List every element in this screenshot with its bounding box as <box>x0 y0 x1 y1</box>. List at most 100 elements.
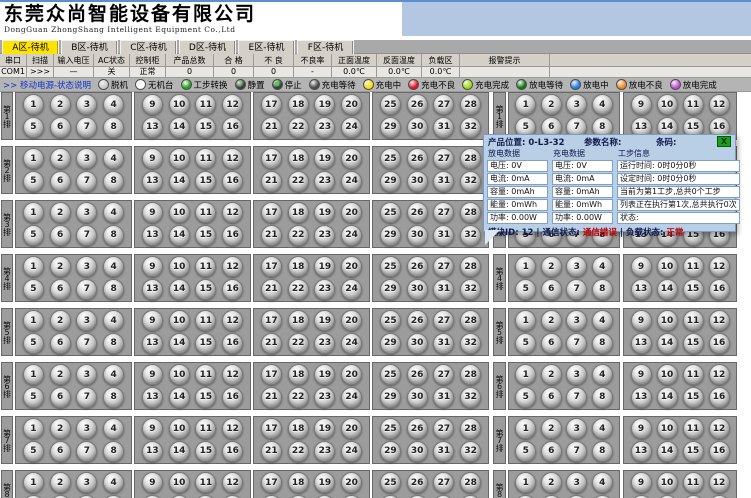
channel-cell[interactable]: 22 <box>288 171 309 192</box>
channel-cell[interactable]: 12 <box>709 256 730 277</box>
channel-cell[interactable]: 7 <box>76 387 97 408</box>
channel-cell[interactable]: 28 <box>460 310 481 331</box>
channel-cell[interactable]: 18 <box>288 256 309 277</box>
channel-cell[interactable]: 26 <box>407 256 428 277</box>
channel-cell[interactable]: 8 <box>103 117 124 138</box>
channel-cell[interactable]: 11 <box>195 472 216 493</box>
channel-cell[interactable]: 9 <box>631 472 652 493</box>
channel-cell[interactable]: 22 <box>288 441 309 462</box>
channel-cell[interactable]: 16 <box>222 279 243 300</box>
channel-cell[interactable]: 27 <box>433 472 454 493</box>
channel-cell[interactable]: 10 <box>169 310 190 331</box>
channel-cell[interactable]: 14 <box>169 117 190 138</box>
channel-cell[interactable]: 32 <box>460 441 481 462</box>
channel-cell[interactable]: 11 <box>683 364 704 385</box>
channel-cell[interactable]: 25 <box>380 472 401 493</box>
channel-cell[interactable]: 1 <box>23 310 44 331</box>
channel-cell[interactable]: 17 <box>261 472 282 493</box>
channel-cell[interactable]: 9 <box>142 202 163 223</box>
channel-cell[interactable]: 6 <box>541 387 562 408</box>
channel-cell[interactable]: 26 <box>407 364 428 385</box>
channel-cell[interactable]: 16 <box>222 441 243 462</box>
channel-cell[interactable]: 27 <box>433 202 454 223</box>
channel-cell[interactable]: 14 <box>169 495 190 498</box>
channel-cell[interactable]: 2 <box>541 94 562 115</box>
channel-cell[interactable]: 25 <box>380 364 401 385</box>
channel-cell[interactable]: 4 <box>103 472 124 493</box>
tab-zone-b[interactable]: B区-待机 <box>61 40 118 54</box>
channel-cell[interactable]: 7 <box>566 279 587 300</box>
channel-cell[interactable]: 9 <box>142 256 163 277</box>
channel-cell[interactable]: 23 <box>314 171 335 192</box>
channel-cell[interactable]: 16 <box>709 279 730 300</box>
channel-cell[interactable]: 30 <box>407 171 428 192</box>
channel-cell[interactable]: 30 <box>407 387 428 408</box>
channel-cell[interactable]: 11 <box>683 418 704 439</box>
channel-cell[interactable]: 15 <box>195 279 216 300</box>
channel-cell[interactable]: 3 <box>76 364 97 385</box>
channel-cell[interactable]: 6 <box>541 441 562 462</box>
channel-cell[interactable]: 20 <box>341 472 362 493</box>
channel-cell[interactable]: 12 <box>222 94 243 115</box>
channel-cell[interactable]: 7 <box>566 495 587 498</box>
channel-cell[interactable]: 5 <box>515 333 536 354</box>
channel-cell[interactable]: 26 <box>407 148 428 169</box>
channel-cell[interactable]: 8 <box>103 333 124 354</box>
channel-cell[interactable]: 8 <box>592 441 613 462</box>
channel-cell[interactable]: 13 <box>142 495 163 498</box>
channel-cell[interactable]: 19 <box>314 202 335 223</box>
channel-cell[interactable]: 10 <box>169 202 190 223</box>
channel-cell[interactable]: 6 <box>50 279 71 300</box>
channel-cell[interactable]: 19 <box>314 472 335 493</box>
channel-cell[interactable]: 15 <box>195 117 216 138</box>
channel-cell[interactable]: 15 <box>195 333 216 354</box>
channel-cell[interactable]: 15 <box>195 495 216 498</box>
channel-cell[interactable]: 24 <box>341 279 362 300</box>
channel-cell[interactable]: 14 <box>657 387 678 408</box>
channel-cell[interactable]: 18 <box>288 364 309 385</box>
channel-cell[interactable]: 30 <box>407 333 428 354</box>
channel-cell[interactable]: 7 <box>566 387 587 408</box>
channel-cell[interactable]: 2 <box>50 418 71 439</box>
channel-cell[interactable]: 3 <box>76 418 97 439</box>
channel-cell[interactable]: 30 <box>407 495 428 498</box>
channel-cell[interactable]: 13 <box>631 387 652 408</box>
channel-cell[interactable]: 4 <box>103 418 124 439</box>
channel-cell[interactable]: 8 <box>103 387 124 408</box>
channel-cell[interactable]: 28 <box>460 418 481 439</box>
channel-cell[interactable]: 10 <box>657 418 678 439</box>
channel-cell[interactable]: 5 <box>23 279 44 300</box>
channel-cell[interactable]: 14 <box>169 225 190 246</box>
channel-cell[interactable]: 18 <box>288 472 309 493</box>
channel-cell[interactable]: 9 <box>631 94 652 115</box>
channel-cell[interactable]: 11 <box>195 418 216 439</box>
channel-cell[interactable]: 1 <box>515 418 536 439</box>
channel-cell[interactable]: 27 <box>433 364 454 385</box>
channel-cell[interactable]: 23 <box>314 495 335 498</box>
channel-cell[interactable]: 11 <box>195 94 216 115</box>
channel-cell[interactable]: 17 <box>261 364 282 385</box>
channel-cell[interactable]: 29 <box>380 225 401 246</box>
channel-cell[interactable]: 10 <box>657 310 678 331</box>
channel-cell[interactable]: 31 <box>433 387 454 408</box>
tab-zone-f[interactable]: F区-待机 <box>297 40 354 54</box>
channel-cell[interactable]: 13 <box>142 441 163 462</box>
channel-cell[interactable]: 26 <box>407 472 428 493</box>
channel-cell[interactable]: 27 <box>433 256 454 277</box>
channel-cell[interactable]: 18 <box>288 148 309 169</box>
channel-cell[interactable]: 11 <box>195 202 216 223</box>
channel-cell[interactable]: 6 <box>50 387 71 408</box>
channel-cell[interactable]: 16 <box>222 495 243 498</box>
channel-cell[interactable]: 15 <box>195 171 216 192</box>
channel-cell[interactable]: 22 <box>288 279 309 300</box>
channel-cell[interactable]: 5 <box>23 225 44 246</box>
channel-cell[interactable]: 28 <box>460 94 481 115</box>
channel-cell[interactable]: 13 <box>142 333 163 354</box>
channel-cell[interactable]: 16 <box>222 117 243 138</box>
channel-cell[interactable]: 32 <box>460 279 481 300</box>
channel-cell[interactable]: 15 <box>683 387 704 408</box>
channel-cell[interactable]: 29 <box>380 171 401 192</box>
channel-cell[interactable]: 13 <box>631 495 652 498</box>
channel-cell[interactable]: 31 <box>433 225 454 246</box>
channel-cell[interactable]: 20 <box>341 364 362 385</box>
